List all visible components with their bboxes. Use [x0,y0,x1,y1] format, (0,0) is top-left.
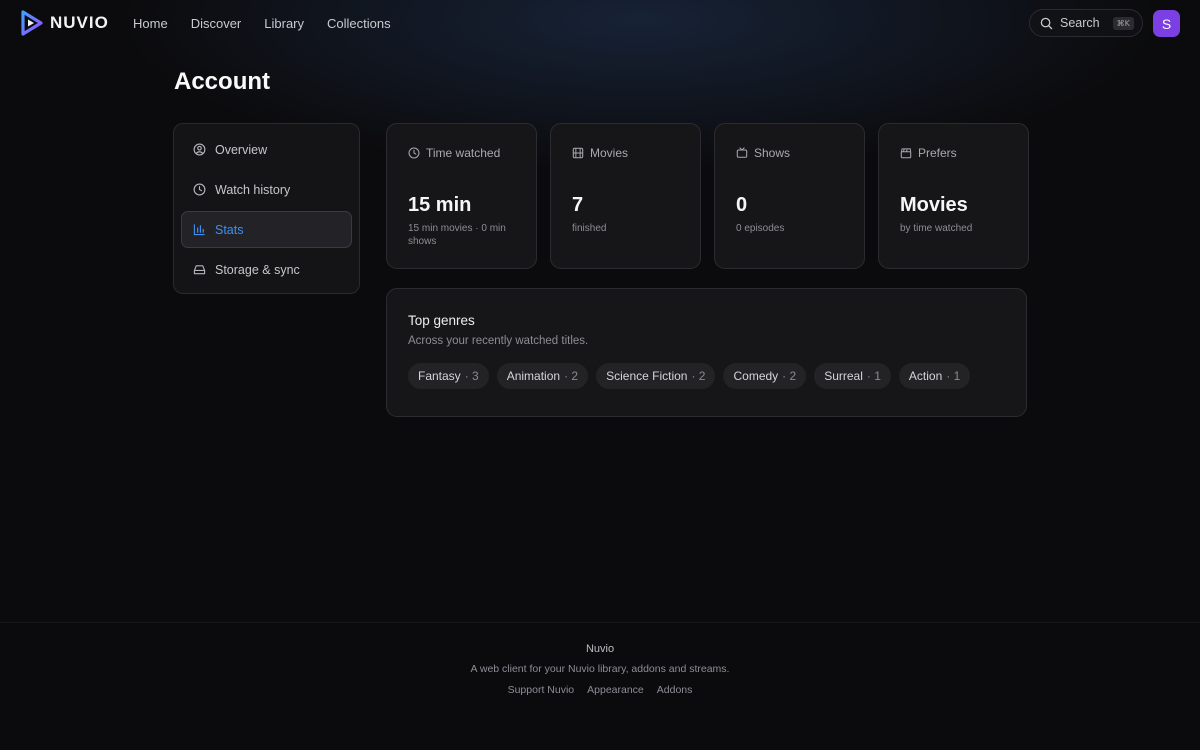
genre-chip-animation[interactable]: Animation · 2 [496,363,589,389]
brand-logo[interactable]: NUVIO [20,10,109,36]
stat-value: Movies [900,194,968,216]
page-title: Account [174,68,270,95]
stat-subtext: by time watched [900,223,973,234]
footer: Nuvio A web client for your Nuvio librar… [0,643,1200,696]
search-label: Search [1060,16,1100,30]
genres-subtitle: Across your recently watched titles. [408,335,589,347]
film-icon [572,147,584,159]
footer-title: Nuvio [585,643,615,655]
genre-chips: Fantasy · 3 Animation · 2 Science Fiction ·… [408,363,1026,389]
genre-chip-surreal[interactable]: Surreal · 1 [814,363,891,389]
genre-name: Surreal [824,369,863,383]
clock-icon [193,183,206,196]
sidebar-item-label: Stats [215,222,244,237]
clapperboard-icon [900,148,912,159]
sidebar-item-label: Overview [215,142,268,157]
brand-name: NUVIO [50,13,109,32]
stat-value: 15 min [408,194,472,216]
genre-chip-science-fiction[interactable]: Science Fiction · 2 [596,363,716,389]
genre-count: · 1 [866,369,881,383]
genres-title: Top genres [408,313,475,328]
genre-name: Fantasy [418,369,461,383]
nav-link-collections[interactable]: Collections [327,16,391,31]
stat-subtext: finished [572,223,607,234]
footer-description: A web client for your Nuvio library, add… [470,663,730,675]
top-nav: NUVIO Home Discover Library Collections … [0,0,1200,46]
genre-name: Comedy [733,369,779,383]
hard-drive-icon [193,265,206,275]
genre-count: · 2 [564,369,579,383]
sidebar-item-storage-sync[interactable]: Storage & sync [181,251,352,288]
search-shortcut: ⌘K [1112,16,1134,30]
top-genres-panel: Top genres Across your recently watched … [386,288,1027,417]
stat-card-movies: Movies 7 finished [550,123,701,269]
stat-value: 7 [572,194,584,216]
stat-subtext: 15 min movies · 0 min shows [408,223,506,247]
nav-link-home[interactable]: Home [133,16,168,31]
user-circle-icon [193,143,206,156]
sidebar-item-overview[interactable]: Overview [181,131,352,168]
genre-chip-fantasy[interactable]: Fantasy · 3 [408,363,489,389]
clock-icon [408,147,420,159]
sidebar-item-label: Storage & sync [215,262,300,277]
stat-value: 0 [736,194,748,216]
stat-card-prefers: Prefers Movies by time watched [878,123,1029,269]
tv-icon [736,147,748,158]
stat-label: Movies [590,146,629,160]
footer-divider [0,622,1200,623]
stat-label: Time watched [426,146,501,160]
stat-card-time-watched: Time watched 15 min 15 min movies · 0 mi… [386,123,537,269]
sidebar-item-watch-history[interactable]: Watch history [181,171,352,208]
stat-subtext: 0 episodes [736,223,785,234]
search-icon [1040,17,1053,29]
stat-cards: Time watched 15 min 15 min movies · 0 mi… [386,123,1029,269]
play-logo-icon [21,10,43,36]
genre-chip-comedy[interactable]: Comedy · 2 [723,363,807,389]
stat-label: Prefers [918,146,957,160]
genre-name: Action [908,369,943,383]
footer-link-appearance[interactable]: Appearance [587,684,644,696]
footer-links: Support Nuvio Appearance Addons [0,684,1200,696]
genre-chip-action[interactable]: Action · 1 [898,363,971,389]
genre-count: · 1 [946,369,961,383]
footer-link-support[interactable]: Support Nuvio [508,684,575,696]
genre-count: · 3 [464,369,479,383]
stat-label: Shows [754,146,791,160]
sidebar-item-stats[interactable]: Stats [181,211,352,248]
genre-count: · 2 [782,369,797,383]
bar-chart-icon [193,224,205,236]
nav-link-discover[interactable]: Discover [191,16,242,31]
footer-link-addons[interactable]: Addons [657,684,693,696]
stat-card-shows: Shows 0 0 episodes [714,123,865,269]
user-avatar[interactable]: S [1153,10,1180,37]
search-button[interactable]: Search ⌘K [1029,9,1143,37]
genre-count: · 2 [691,369,706,383]
nav-link-library[interactable]: Library [264,16,304,31]
genre-name: Animation [506,369,561,383]
account-sidebar: Overview Watch history Stats Storage & s… [173,123,360,294]
sidebar-item-label: Watch history [215,182,291,197]
nav-links: Home Discover Library Collections [133,16,391,31]
genre-name: Science Fiction [606,369,688,383]
